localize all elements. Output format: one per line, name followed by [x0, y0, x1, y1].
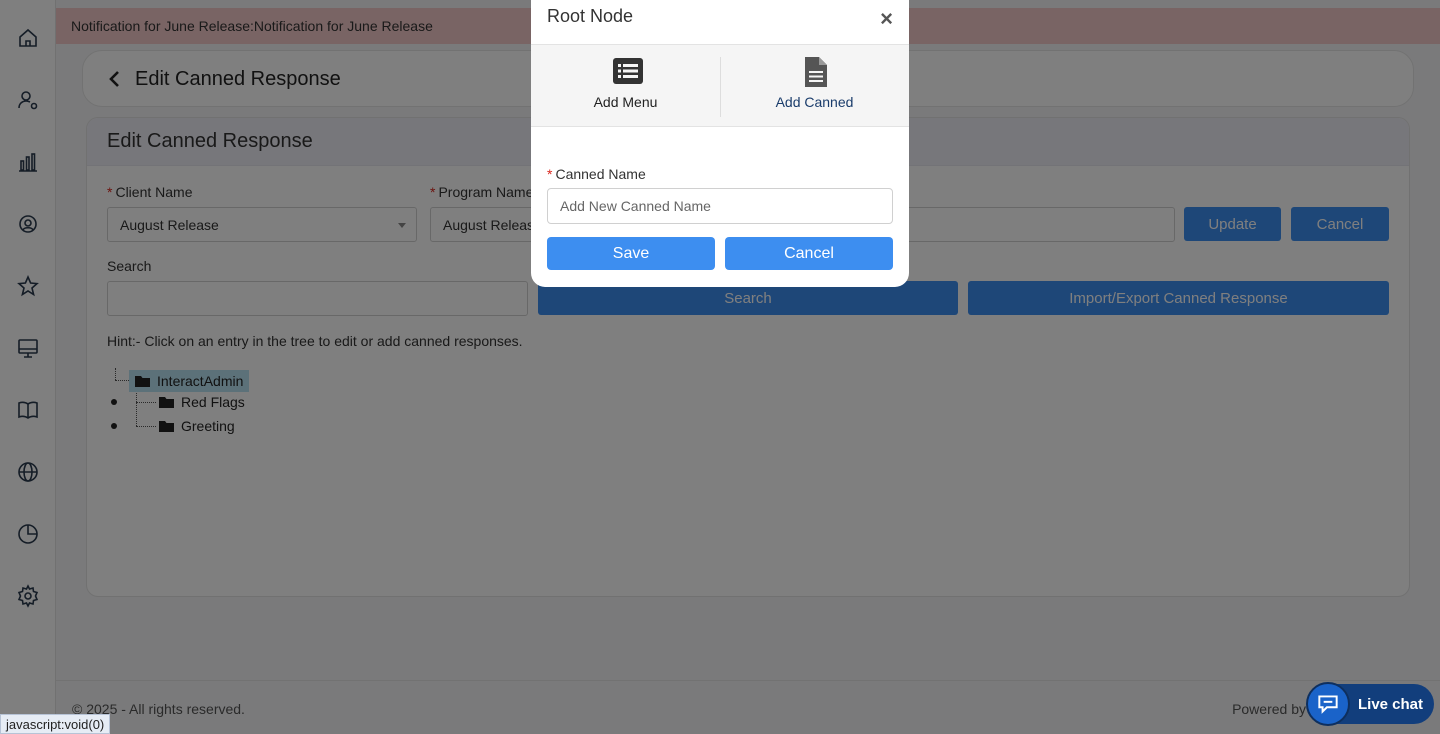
tab-add-canned-label: Add Canned — [775, 94, 854, 110]
tab-add-menu[interactable]: Add Menu — [531, 45, 720, 128]
canned-name-label: * Canned Name — [547, 166, 646, 182]
live-chat-button[interactable]: Live chat — [1306, 682, 1434, 726]
tab-add-menu-label: Add Menu — [593, 94, 658, 110]
close-icon[interactable]: × — [880, 8, 893, 30]
canned-name-input[interactable] — [547, 188, 893, 224]
list-icon — [613, 58, 643, 84]
live-chat-label: Live chat — [1358, 695, 1424, 713]
save-button[interactable]: Save — [547, 237, 715, 270]
modal-cancel-button[interactable]: Cancel — [725, 237, 893, 270]
document-icon — [805, 57, 827, 87]
chat-bubble-icon — [1306, 682, 1350, 726]
modal-tabs: Add Menu Add Canned — [531, 44, 909, 127]
status-bar: javascript:void(0) — [0, 714, 111, 734]
root-node-modal: Root Node × Add Menu Add Canned * Canned … — [531, 0, 909, 287]
tab-add-canned[interactable]: Add Canned — [720, 45, 909, 128]
modal-title: Root Node — [547, 6, 634, 26]
